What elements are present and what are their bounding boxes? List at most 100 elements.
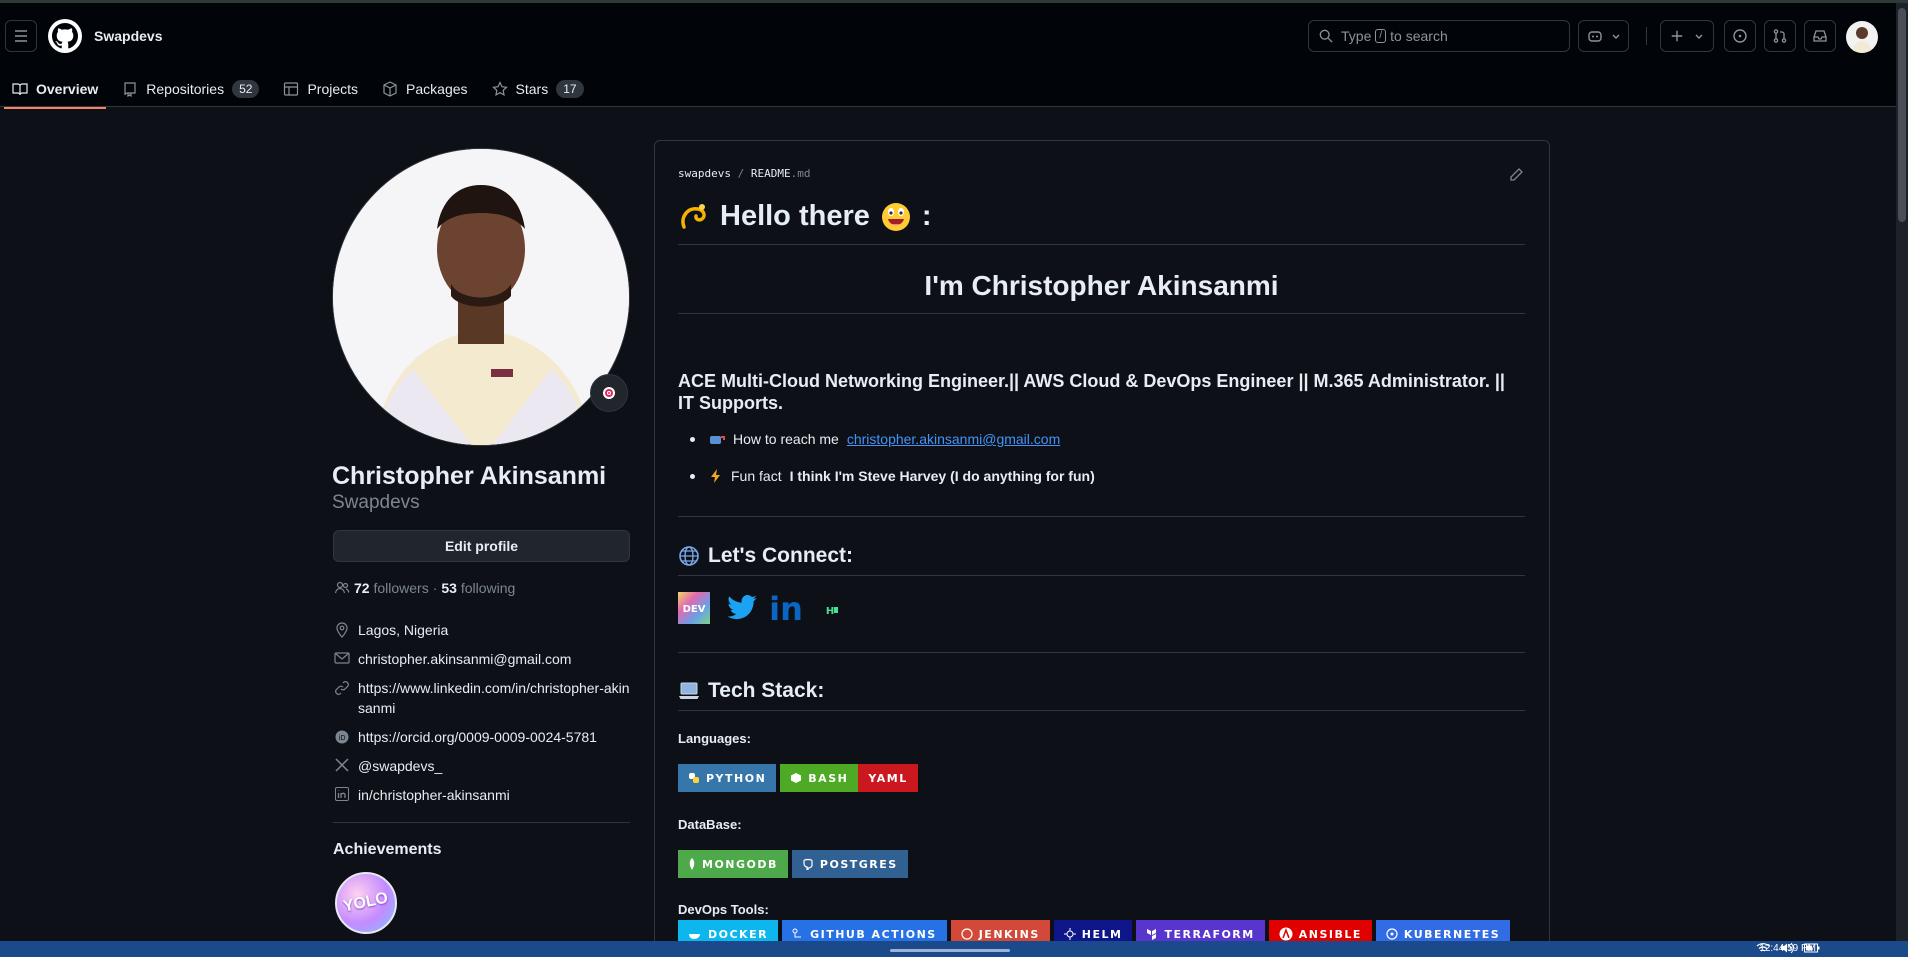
website-link[interactable]: https://www.linkedin.com/in/christopher-…: [358, 678, 632, 718]
taskbar-home-indicator: [890, 949, 1010, 952]
languages-shields: PYTHON BASH YAML: [678, 764, 918, 792]
kubernetes-shield[interactable]: KUBERNETES: [1375, 920, 1511, 941]
tab-overview[interactable]: Overview: [4, 69, 107, 109]
profile-login: Swapdevs: [332, 492, 420, 513]
sidebar-divider: [333, 822, 630, 823]
following-count: 53: [441, 580, 457, 596]
linkedin-link[interactable]: in/christopher-akinsanmi: [358, 785, 510, 805]
book-icon: [12, 83, 28, 96]
helm-shield[interactable]: HELM: [1053, 920, 1133, 941]
mongodb-leaf-icon: [689, 858, 695, 870]
edit-profile-button[interactable]: Edit profile: [333, 530, 630, 562]
postgres-elephant-icon: [803, 858, 813, 870]
orcid-icon: iD: [334, 727, 350, 747]
helm-icon: [1063, 928, 1076, 940]
repo-icon: [124, 82, 136, 97]
terraform-icon: [1147, 929, 1157, 940]
tab-packages[interactable]: Packages: [374, 69, 475, 109]
crumb-owner[interactable]: swapdevs: [678, 167, 731, 180]
github-logo-icon[interactable]: [48, 19, 82, 53]
search-icon: [1319, 29, 1333, 43]
readme-breadcrumb: swapdevs / README.md: [678, 167, 810, 180]
mongodb-shield[interactable]: MONGODB: [678, 850, 788, 878]
jenkins-icon: [961, 928, 973, 940]
ansible-icon: [1279, 927, 1293, 941]
inbox-icon: [1813, 30, 1827, 42]
pull-requests-button[interactable]: [1764, 20, 1796, 52]
dev-to-link[interactable]: DEV: [678, 592, 710, 624]
taskbar-clock[interactable]: 12:44:59 PM: [1759, 943, 1816, 954]
bash-shield[interactable]: BASH: [780, 764, 859, 792]
reach-email-link[interactable]: christopher.akinsanmi@gmail.com: [847, 431, 1060, 447]
people-icon: [334, 581, 350, 594]
pencil-icon: [1510, 168, 1523, 181]
bullet: [690, 473, 695, 479]
languages-label: Languages:: [678, 731, 751, 746]
svg-text:iD: iD: [338, 734, 345, 742]
crumb-file[interactable]: README: [751, 167, 791, 180]
readme-divider: [678, 652, 1525, 653]
follow-separator: ·: [432, 580, 438, 596]
python-shield[interactable]: PYTHON: [678, 764, 777, 792]
connect-heading-text: Let's Connect:: [708, 544, 854, 567]
copilot-icon: [1588, 31, 1602, 42]
search-key-hint: /: [1375, 29, 1387, 43]
vcard-email: christopher.akinsanmi@gmail.com: [334, 649, 634, 669]
copilot-button[interactable]: [1578, 20, 1629, 52]
globe-emoji-icon: [679, 546, 699, 566]
menu-button[interactable]: [5, 20, 37, 52]
linkedin-logo-icon: in: [770, 593, 802, 623]
profile-avatar[interactable]: [332, 148, 630, 446]
postgres-shield[interactable]: POSTGRES: [791, 850, 908, 878]
readme-tagline: ACE Multi-Cloud Networking Engineer.|| A…: [678, 371, 1505, 413]
package-icon: [383, 81, 397, 97]
fun-label: Fun fact: [731, 468, 782, 484]
header-username[interactable]: Swapdevs: [94, 28, 162, 44]
twitter-link[interactable]: @swapdevs_: [358, 756, 442, 776]
create-new-button[interactable]: [1660, 20, 1714, 52]
followers-link[interactable]: 72 followers: [354, 580, 429, 596]
follow-stats: 72 followers · 53 following: [334, 580, 515, 596]
tech-stack-heading-text: Tech Stack:: [708, 679, 825, 702]
user-avatar[interactable]: [1846, 21, 1878, 53]
tab-repositories-label: Repositories: [146, 81, 225, 97]
link-icon: [334, 678, 350, 718]
readme-greeting-heading: Hello there :: [678, 200, 932, 233]
terraform-label: TERRAFORM: [1164, 927, 1255, 941]
scrollbar-thumb[interactable]: [1898, 8, 1906, 222]
twitter-social-link[interactable]: [726, 592, 758, 624]
inbox-button[interactable]: [1804, 20, 1836, 52]
tab-projects-label: Projects: [307, 81, 359, 97]
orcid-link[interactable]: https://orcid.org/0009-0009-0024-5781: [358, 727, 597, 747]
following-link[interactable]: 53 following: [441, 580, 515, 596]
database-shields: MONGODB POSTGRES: [678, 850, 908, 878]
jenkins-label: JENKINS: [978, 927, 1040, 941]
svg-text:H: H: [826, 606, 834, 616]
tab-repositories[interactable]: Repositories 52: [114, 69, 267, 109]
target-emoji-icon: [603, 387, 615, 399]
linkedin-social-link[interactable]: in: [770, 592, 802, 624]
greeting-suffix: :: [921, 200, 932, 232]
yolo-achievement-badge[interactable]: YOLO: [335, 872, 397, 934]
postgres-label: POSTGRES: [819, 857, 898, 871]
achievements-title[interactable]: Achievements: [333, 841, 442, 859]
docker-shield[interactable]: DOCKER: [678, 920, 779, 941]
search-input[interactable]: Type / to search: [1308, 20, 1570, 52]
twitter-bird-icon: [727, 595, 757, 620]
svg-text:in: in: [770, 593, 802, 623]
edit-readme-button[interactable]: [1508, 167, 1524, 186]
email-link[interactable]: christopher.akinsanmi@gmail.com: [358, 649, 571, 669]
header-divider: [1646, 27, 1647, 45]
tab-projects[interactable]: Projects: [275, 69, 366, 109]
readme-name-heading: I'm Christopher Akinsanmi: [924, 270, 1279, 301]
bash-icon: [791, 773, 802, 783]
yaml-shield[interactable]: YAML: [858, 764, 918, 792]
set-status-button[interactable]: [590, 374, 628, 412]
tab-stars[interactable]: Stars 17: [484, 69, 592, 109]
issues-button[interactable]: [1724, 20, 1756, 52]
github-actions-shield[interactable]: GITHUB ACTIONS: [782, 920, 947, 941]
jenkins-shield[interactable]: JENKINS: [950, 920, 1050, 941]
hashnode-social-link[interactable]: H: [818, 598, 842, 622]
terraform-shield[interactable]: TERRAFORM: [1136, 920, 1265, 941]
ansible-shield[interactable]: ANSIBLE: [1268, 920, 1372, 941]
